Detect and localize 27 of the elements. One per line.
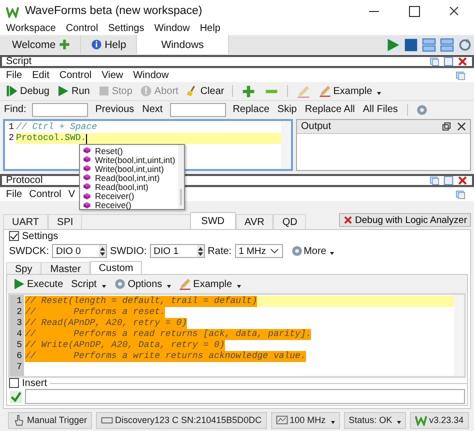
line-number: 2 — [16, 307, 23, 318]
panel-title: Script — [6, 56, 32, 67]
field-label: SWDCK: — [9, 246, 49, 256]
checkbox-label: Settings — [22, 230, 58, 242]
code-comment: // Performs a read returns [ack, data, parity]. — [25, 329, 312, 340]
line-number: 7 — [16, 362, 23, 373]
code-comment: // Ctrl + Space — [16, 122, 98, 133]
panel-title: Protocol — [6, 175, 43, 186]
code-comment: // Reset(length = default, trail = default) — [25, 296, 258, 307]
code-comment: // Write(APnDP, A20, Data, retry = 0) — [25, 340, 225, 351]
line-number: 6 — [16, 351, 23, 362]
line-number: 2 — [8, 133, 15, 144]
code-line: Protocol.SWD. — [16, 133, 86, 144]
line-number: 3 — [16, 318, 23, 329]
code-comment: // Read(APnDP, A20, retry = 0) — [25, 318, 188, 329]
code-comment: // Performs a write returns acknowledge value. — [25, 351, 306, 362]
window-title: WaveForms beta (new workspace) — [25, 5, 202, 17]
panel-title: Output — [301, 121, 332, 132]
line-number: 1 — [16, 296, 23, 307]
field-label: SWDIO: — [110, 246, 147, 256]
code-comment: // Performs a reset. — [25, 307, 166, 318]
field-label: Rate: — [208, 246, 232, 256]
checkbox-label: Insert — [22, 378, 48, 388]
line-number: 5 — [16, 340, 23, 351]
line-number: 1 — [8, 122, 15, 133]
line-number: 4 — [16, 329, 23, 340]
find-label: Find: — [4, 104, 26, 115]
